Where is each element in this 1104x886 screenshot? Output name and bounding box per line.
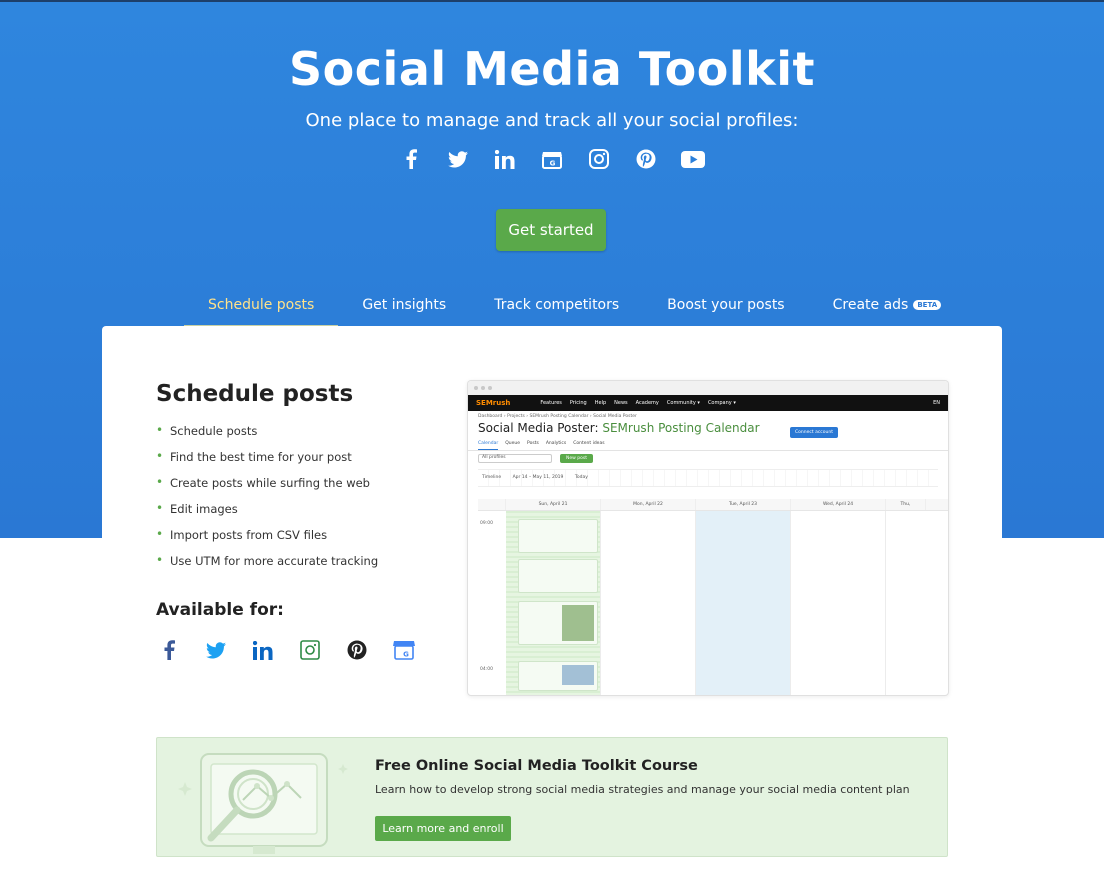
feature-tabs: Schedule posts Get insights Track compet… [184,288,965,328]
tab-label: Track competitors [494,297,620,313]
section-title: Schedule posts [156,381,354,407]
post-image-thumbnail [562,665,594,685]
linkedin-icon [251,638,275,662]
course-title: Free Online Social Media Toolkit Course [375,758,698,774]
tab-label: Create ads [832,297,909,313]
course-illustration [178,753,348,854]
tab-label: Boost your posts [667,297,785,313]
pinterest-icon [345,638,369,662]
timeline-label: Timeline [482,475,502,480]
tab-calendar: Calendar [478,441,499,450]
screenshot-breadcrumb: Dashboard › Projects › SEMrush Posting C… [478,414,637,419]
svg-text:G: G [403,651,409,659]
available-for-heading: Available for: [156,600,284,620]
day-column [791,511,886,695]
page: Social Media Toolkit One place to manage… [0,0,1104,886]
facebook-icon [399,147,423,171]
course-description: Learn how to develop strong social media… [375,783,910,796]
learn-more-enroll-button[interactable]: Learn more and enroll [375,816,511,841]
profiles-select-value: All profiles [482,454,506,460]
tab-queue: Queue [505,441,521,446]
tab-boost-your-posts[interactable]: Boost your posts [643,288,808,328]
day-header: Wed, April 24 [791,499,886,510]
list-item: Create posts while surfing the web [156,475,378,502]
list-item: Schedule posts [156,423,378,450]
product-screenshot: SEMrush Features Pricing Help News Acade… [467,380,949,696]
list-item: Find the best time for your post [156,449,378,476]
post-image-thumbnail [562,605,594,641]
nav-item: Community ▾ [666,400,700,406]
nav-item: Company ▾ [707,400,736,406]
today-label: Today [574,475,588,480]
screenshot-calendar-grid: Sun, April 21 Mon, April 22 Tue, April 2… [478,499,948,695]
pinterest-icon [634,147,658,171]
tab-schedule-posts[interactable]: Schedule posts [184,288,339,328]
list-item: Use UTM for more accurate tracking [156,553,378,580]
tab-posts: Posts [527,441,539,446]
hero-social-icons: G [0,147,1104,171]
day-header: Mon, April 22 [601,499,696,510]
screenshot-title-prefix: Social Media Poster: [478,421,599,435]
connect-account-button: Connect account [790,427,838,438]
svg-text:G: G [550,160,556,168]
date-range: Apr 14 – May 11, 2019 [512,475,564,480]
day-column [696,511,791,695]
list-item: Edit images [156,501,378,528]
day-column [601,511,696,695]
google-my-business-icon: G [392,638,416,662]
screenshot-tabs: Calendar Queue Posts Analytics Content i… [468,441,948,451]
semrush-logo: SEMrush [476,399,511,407]
tab-label: Get insights [362,297,447,313]
nav-item: Academy [635,400,659,406]
available-icons: G [157,638,416,662]
scheduled-post [518,601,598,645]
day-header: Sun, April 21 [506,499,601,510]
twitter-icon [204,638,228,662]
beta-badge: BETA [913,300,942,310]
language-label: EN [933,400,940,406]
page-title: Social Media Toolkit [289,42,815,96]
day-header: Tue, April 23 [696,499,791,510]
tab-get-insights[interactable]: Get insights [338,288,470,328]
scheduled-post [518,519,598,553]
hero-subtitle: One place to manage and track all your s… [305,110,799,131]
linkedin-icon [493,147,517,171]
list-item: Import posts from CSV files [156,527,378,554]
google-my-business-icon: G [540,147,564,171]
feature-list: Schedule posts Find the best time for yo… [156,423,378,580]
calendar-day-headers: Sun, April 21 Mon, April 22 Tue, April 2… [478,499,948,511]
course-banner: Free Online Social Media Toolkit Course … [156,737,948,857]
profiles-select: All profiles [478,453,552,463]
nav-item: News [614,400,628,406]
screenshot-title-project: SEMrush Posting Calendar [602,421,760,435]
tab-label: Schedule posts [208,297,315,313]
scheduled-post [518,559,598,593]
nav-item: Pricing [569,400,587,406]
time-label: 04:00 [480,667,493,672]
time-label: 09:00 [480,521,493,526]
instagram-icon [587,147,611,171]
scheduled-post [518,661,598,691]
youtube-icon [681,147,705,171]
day-header: Thu, [886,499,926,510]
new-post-button: New post [560,453,593,463]
facebook-icon [157,638,181,662]
tab-create-ads[interactable]: Create ads BETA [809,288,966,328]
tab-track-competitors[interactable]: Track competitors [470,288,643,328]
screenshot-timeline: Timeline Apr 14 – May 11, 2019 Today [478,469,938,487]
screenshot-toolbar: All profiles New post [468,451,948,465]
twitter-icon [446,147,470,171]
screenshot-title: Social Media Poster: SEMrush Posting Cal… [468,421,948,441]
nav-item: Help [594,400,607,406]
tab-content-ideas: Content ideas [573,441,605,446]
screenshot-navbar: SEMrush Features Pricing Help News Acade… [468,395,948,411]
browser-chrome [468,381,948,395]
tab-analytics: Analytics [545,441,567,446]
nav-item: Features [540,400,562,406]
get-started-button[interactable]: Get started [496,209,606,251]
instagram-icon [298,638,322,662]
